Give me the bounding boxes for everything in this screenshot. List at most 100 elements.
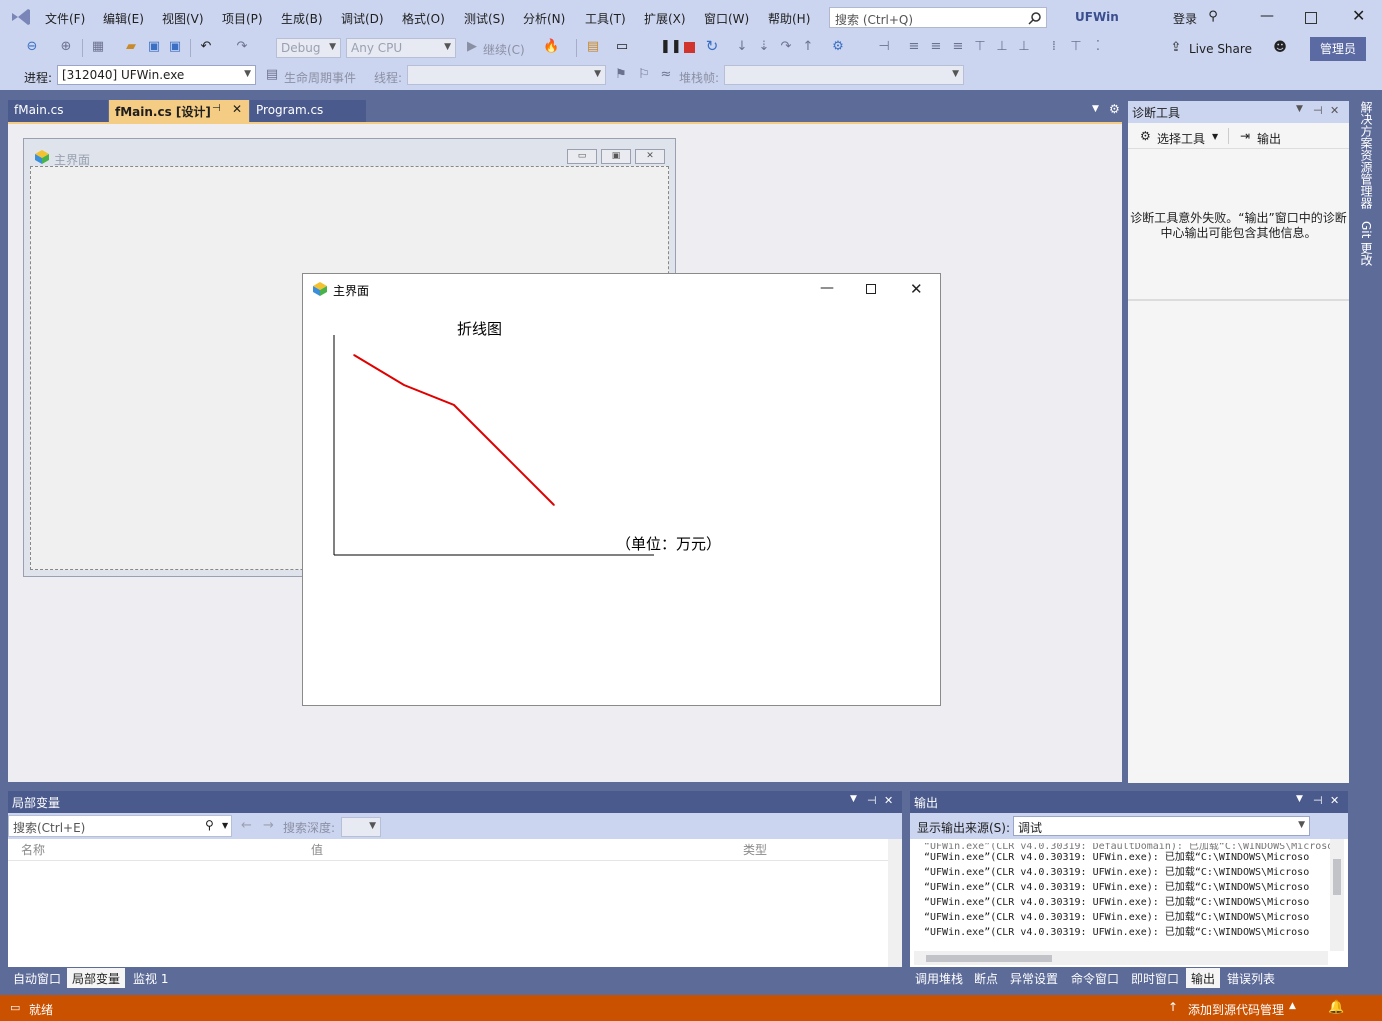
menu-file[interactable]: 文件(F) — [45, 10, 85, 27]
redo-icon[interactable]: ↷ — [234, 39, 250, 55]
chevron-down-icon[interactable]: ▼ — [1212, 132, 1218, 141]
tab-git-changes[interactable]: Git 更改 — [1358, 221, 1375, 266]
diagnostics-icon[interactable]: ⚙ — [830, 39, 846, 55]
forward-arrow-icon[interactable]: → — [263, 818, 274, 833]
tab-watch-1[interactable]: 监视 1 — [128, 968, 173, 988]
align-right-icon[interactable]: ≡ — [950, 39, 966, 55]
restart-icon[interactable]: ↻ — [704, 38, 720, 54]
tab-command-window[interactable]: 命令窗口 — [1066, 968, 1124, 988]
back-icon[interactable]: ⊖ — [24, 39, 40, 55]
chevron-up-icon[interactable]: ▲ — [1289, 1001, 1296, 1011]
settings-icon[interactable]: ⚙ — [1109, 102, 1120, 116]
close-icon[interactable]: ✕ — [1352, 6, 1365, 25]
spacing-icon[interactable]: ⁞ — [1046, 39, 1062, 55]
share-icon[interactable]: ⇪ — [1168, 40, 1184, 56]
tab-output[interactable]: 输出 — [1186, 968, 1221, 988]
stop-icon[interactable] — [684, 42, 695, 53]
save-all-icon[interactable]: ▣ — [167, 39, 183, 55]
minimize-icon[interactable]: — — [1260, 8, 1274, 24]
search-input[interactable]: 搜索 (Ctrl+Q) — [829, 7, 1047, 28]
admin-badge[interactable]: 管理员 — [1310, 37, 1366, 61]
lifecycle-icon[interactable]: ▤ — [264, 67, 280, 83]
window-close-icon[interactable]: ✕ — [910, 280, 923, 298]
menu-window[interactable]: 窗口(W) — [704, 10, 749, 27]
new-project-icon[interactable]: ▦ — [90, 39, 106, 55]
window-maximize-icon[interactable] — [866, 284, 876, 294]
pin-icon[interactable]: ⊣ — [1313, 794, 1323, 807]
pin-icon[interactable]: ⊣ — [867, 794, 877, 807]
close-icon[interactable]: ✕ — [884, 794, 893, 807]
process-select[interactable]: [312040] UFWin.exe ▼ — [57, 65, 256, 85]
scrollbar-thumb[interactable] — [926, 955, 1052, 962]
menu-view[interactable]: 视图(V) — [162, 10, 204, 27]
select-tools-button[interactable]: 选择工具 — [1157, 130, 1205, 147]
align-middle-icon[interactable]: ⊥ — [994, 39, 1010, 55]
output-icon[interactable]: ⇥ — [1240, 129, 1250, 143]
align-bottom-icon[interactable]: ⊥ — [1016, 39, 1032, 55]
menu-tools[interactable]: 工具(T) — [585, 10, 626, 27]
platform-select[interactable]: Any CPU ▼ — [346, 38, 456, 58]
lifecycle-events-button[interactable]: 生命周期事件 — [284, 69, 356, 86]
hot-reload-icon[interactable]: 🔥 — [543, 39, 559, 55]
login-link[interactable]: 登录 — [1173, 10, 1197, 27]
attach-icon[interactable]: ▤ — [585, 39, 601, 55]
horizontal-scrollbar[interactable] — [914, 951, 1328, 965]
menu-project[interactable]: 项目(P) — [222, 10, 263, 27]
stack-frame-select[interactable]: ▼ — [724, 65, 964, 85]
scrollbar[interactable] — [888, 839, 902, 967]
tab-overflow-icon[interactable]: ▼ — [1092, 104, 1099, 114]
running-form-window[interactable]: 主界面 — ✕ 折线图 （单位：万元） — [302, 273, 941, 706]
pin-icon[interactable]: ⊣ — [1313, 104, 1323, 117]
add-to-source-control-button[interactable]: 添加到源代码管理 — [1188, 1001, 1284, 1018]
tab-error-list[interactable]: 错误列表 — [1222, 968, 1280, 988]
flag-icon[interactable]: ⚑ — [613, 67, 629, 83]
open-folder-icon[interactable]: ▰ — [123, 39, 139, 55]
step-over-icon[interactable]: ⇣ — [756, 39, 772, 55]
chevron-down-icon[interactable]: ▼ — [222, 821, 228, 830]
step-out-icon[interactable]: ↑ — [800, 39, 816, 55]
pause-icon[interactable]: ❚❚ — [660, 39, 682, 55]
close-icon[interactable]: ✕ — [1330, 104, 1339, 117]
panel-menu-icon[interactable]: ▼ — [1296, 104, 1303, 114]
menu-extensions[interactable]: 扩展(X) — [644, 10, 686, 27]
menu-analyze[interactable]: 分析(N) — [523, 10, 565, 27]
live-share-button[interactable]: Live Share — [1189, 42, 1252, 56]
tab-locals[interactable]: 局部变量 — [67, 968, 126, 988]
account-icon[interactable]: ⚲ — [1205, 9, 1221, 25]
panel-menu-icon[interactable]: ▼ — [850, 794, 857, 804]
tab-breakpoints[interactable]: 断点 — [969, 968, 1003, 988]
tab-exception-settings[interactable]: 异常设置 — [1005, 968, 1063, 988]
continue-icon[interactable]: ▶ — [464, 39, 480, 55]
close-icon[interactable]: ✕ — [1330, 794, 1339, 807]
tab-immediate-window[interactable]: 即时窗口 — [1126, 968, 1184, 988]
menu-build[interactable]: 生成(B) — [281, 10, 323, 27]
panel-menu-icon[interactable]: ▼ — [1296, 794, 1303, 804]
scrollbar-thumb[interactable] — [1333, 859, 1341, 895]
column-name[interactable]: 名称 — [21, 841, 45, 858]
tab-program-cs[interactable]: Program.cs — [250, 100, 366, 122]
menu-format[interactable]: 格式(O) — [402, 10, 445, 27]
back-arrow-icon[interactable]: ← — [241, 818, 252, 833]
menu-debug[interactable]: 调试(D) — [341, 10, 384, 27]
align-top-icon[interactable]: ⊤ — [972, 39, 988, 55]
vertical-scrollbar[interactable] — [1330, 839, 1344, 951]
solution-config-select[interactable]: Debug ▼ — [276, 38, 341, 58]
forward-icon[interactable]: ⊕ — [58, 39, 74, 55]
step-back-icon[interactable]: ↷ — [778, 39, 794, 55]
close-tab-icon[interactable]: ✕ — [232, 102, 242, 116]
align-left-icon[interactable]: ≡ — [906, 39, 922, 55]
tab-fmain-cs[interactable]: fMain.cs — [8, 100, 108, 122]
save-icon[interactable]: ▣ — [146, 39, 162, 55]
continue-button[interactable]: 继续(C) — [483, 41, 525, 58]
output-source-select[interactable]: 调试 ▼ — [1013, 816, 1310, 836]
size-icon[interactable]: ⊤ — [1068, 39, 1084, 55]
grid-icon[interactable]: ⁚ — [1090, 39, 1106, 55]
search-icon[interactable]: ⚲ — [205, 818, 214, 832]
search-depth-select[interactable]: ▼ — [341, 817, 381, 837]
window-minimize-icon[interactable]: — — [820, 280, 834, 296]
layout-icon[interactable]: ▭ — [614, 39, 630, 55]
pin-icon[interactable]: ⊣ — [212, 103, 221, 114]
menu-edit[interactable]: 编辑(E) — [103, 10, 144, 27]
column-value[interactable]: 值 — [311, 841, 323, 858]
menu-test[interactable]: 测试(S) — [464, 10, 505, 27]
